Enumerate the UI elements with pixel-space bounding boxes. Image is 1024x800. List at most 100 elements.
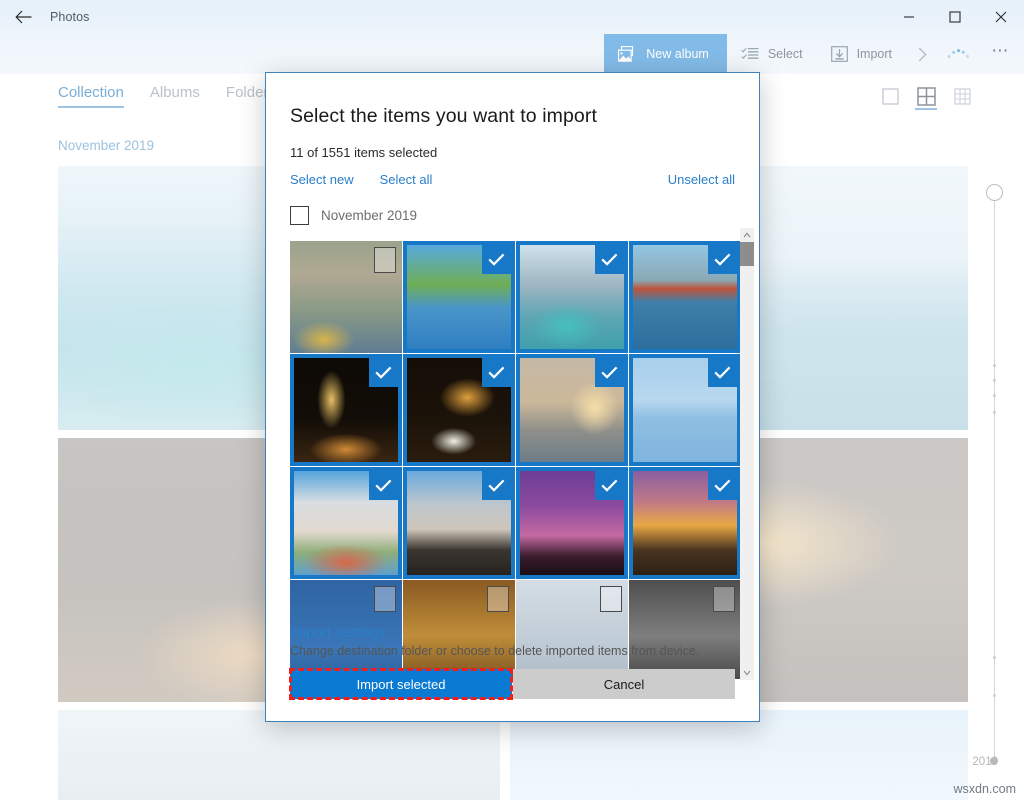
dialog-button-row: Import selected Cancel <box>290 669 735 699</box>
timeline-tick <box>993 411 996 414</box>
checked-box-icon[interactable] <box>595 471 624 500</box>
timeline-tick <box>993 394 996 397</box>
checked-box-icon[interactable] <box>708 358 737 387</box>
import-button[interactable]: Import <box>817 34 906 74</box>
tab-collection-label: Collection <box>58 84 124 101</box>
new-album-button[interactable]: New album <box>604 34 727 74</box>
photo-riverside-town[interactable] <box>290 241 402 353</box>
import-settings-link[interactable]: Import settings <box>290 625 735 641</box>
small-grid-icon <box>954 86 971 106</box>
back-arrow-icon <box>15 10 32 24</box>
medium-grid-icon <box>917 86 936 106</box>
checked-box-icon[interactable] <box>595 245 624 274</box>
checked-box-icon[interactable] <box>595 358 624 387</box>
photo-lake-hillside[interactable] <box>403 241 515 353</box>
unchecked-box-icon[interactable] <box>713 586 735 612</box>
timeline-tick <box>993 694 996 697</box>
title-bar: Photos <box>0 0 1024 34</box>
small-grid-view-underline <box>951 108 973 110</box>
new-album-icon <box>618 46 637 63</box>
photo-vegas-night-tower[interactable] <box>290 354 402 466</box>
unchecked-box-icon[interactable] <box>374 586 396 612</box>
import-icon <box>831 46 848 62</box>
single-photo-view-underline <box>879 108 901 110</box>
checked-box-icon[interactable] <box>482 358 511 387</box>
tab-albums-label: Albums <box>150 84 200 101</box>
select-button[interactable]: Select <box>727 34 817 74</box>
collection-date-label: November 2019 <box>58 138 154 153</box>
unselect-all-link[interactable]: Unselect all <box>668 172 735 187</box>
selection-links: Select new Select all Unselect all <box>290 172 735 187</box>
scroll-up-arrow-icon[interactable] <box>740 228 754 242</box>
select-icon <box>741 47 759 61</box>
photo-eiffel-sunset[interactable] <box>629 467 741 579</box>
timeline-handle[interactable] <box>986 184 1003 201</box>
more-options-icon[interactable]: ⋯ <box>978 34 1024 74</box>
select-all-link[interactable]: Select all <box>380 172 433 187</box>
select-label: Select <box>768 47 803 61</box>
import-selected-button[interactable]: Import selected <box>290 669 512 699</box>
group-checkbox[interactable] <box>290 206 309 225</box>
photo-eiffel-purple-dusk[interactable] <box>516 467 628 579</box>
maximize-button[interactable] <box>932 0 978 34</box>
photo-seine-daylight[interactable] <box>629 354 741 466</box>
checked-box-icon[interactable] <box>708 471 737 500</box>
dialog-scrollbar[interactable] <box>740 228 754 680</box>
single-square-icon <box>882 86 899 106</box>
cancel-button[interactable]: Cancel <box>513 669 735 699</box>
bg-photo-town-river[interactable] <box>58 710 500 800</box>
import-selected-label: Import selected <box>357 677 446 692</box>
minimize-icon <box>903 11 915 23</box>
photo-vegas-strip-fountains[interactable] <box>403 354 515 466</box>
checked-box-icon[interactable] <box>482 245 511 274</box>
single-photo-view-button[interactable] <box>878 86 902 112</box>
small-grid-view-button[interactable] <box>950 86 974 112</box>
unchecked-box-icon[interactable] <box>600 586 622 612</box>
maximize-icon <box>949 11 961 23</box>
photo-golden-gate-bridge[interactable] <box>629 241 741 353</box>
new-album-label: New album <box>646 47 709 61</box>
thumbnail-row <box>290 354 742 466</box>
photo-disney-hotel-evening[interactable] <box>403 467 515 579</box>
photos-app-window: Photos <box>0 0 1024 800</box>
overflow-chevron-right-icon[interactable] <box>906 34 938 74</box>
collection-tabs: Collection Albums Folders <box>58 84 276 108</box>
photo-coastal-bay[interactable] <box>516 241 628 353</box>
timeline-scrubber[interactable]: 2019 <box>968 166 1024 800</box>
dialog-title: Select the items you want to import <box>290 73 735 128</box>
checked-box-icon[interactable] <box>369 471 398 500</box>
checked-box-icon[interactable] <box>482 471 511 500</box>
tab-albums[interactable]: Albums <box>150 84 200 108</box>
select-new-link[interactable]: Select new <box>290 172 354 187</box>
medium-grid-view-underline <box>915 108 937 110</box>
tab-collection[interactable]: Collection <box>58 84 124 108</box>
timeline-track <box>994 192 995 760</box>
watermark-text: wsxdn.com <box>953 782 1016 796</box>
bg-photo-blue-sky[interactable] <box>510 710 968 800</box>
close-button[interactable] <box>978 0 1024 34</box>
thumbnail-row <box>290 467 742 579</box>
back-button[interactable] <box>0 0 46 34</box>
minimize-button[interactable] <box>886 0 932 34</box>
view-toggle-group <box>878 86 974 112</box>
scroll-down-arrow-icon[interactable] <box>740 666 754 680</box>
app-title: Photos <box>50 10 90 24</box>
timeline-year-dot[interactable] <box>990 757 998 765</box>
import-settings-description: Change destination folder or choose to d… <box>290 644 735 658</box>
loading-spinner-icon <box>938 34 978 74</box>
window-controls <box>886 0 1024 34</box>
medium-grid-view-button[interactable] <box>914 86 938 112</box>
timeline-tick <box>993 364 996 367</box>
thumbnail-row <box>290 241 742 353</box>
photo-disney-castle-hotel[interactable] <box>290 467 402 579</box>
command-bar: New album Select Import <box>0 34 1024 74</box>
group-header-november-2019[interactable]: November 2019 <box>290 206 735 225</box>
unchecked-box-icon[interactable] <box>374 247 396 273</box>
checked-box-icon[interactable] <box>708 245 737 274</box>
checked-box-icon[interactable] <box>369 358 398 387</box>
scrollbar-thumb[interactable] <box>740 242 754 266</box>
unchecked-box-icon[interactable] <box>487 586 509 612</box>
import-items-dialog: Select the items you want to import 11 o… <box>265 72 760 722</box>
timeline-tick <box>993 379 996 382</box>
photo-seine-sunset[interactable] <box>516 354 628 466</box>
